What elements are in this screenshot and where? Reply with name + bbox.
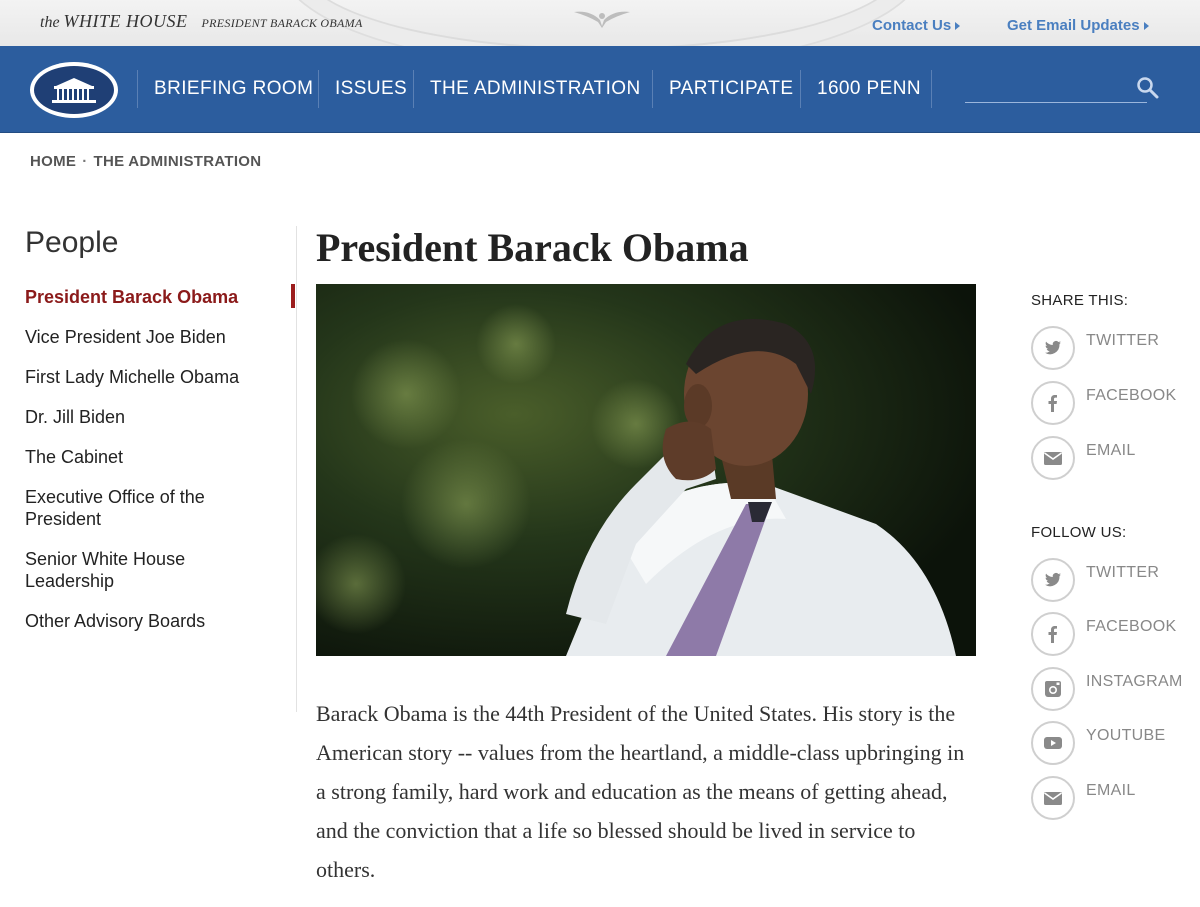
bio-paragraph: Barack Obama is the 44th President of th…	[316, 701, 965, 882]
share-facebook-label: FACEBOOK	[1086, 387, 1177, 404]
wordmark-name: WHITE HOUSE	[63, 11, 188, 31]
follow-instagram-label: INSTAGRAM	[1086, 673, 1183, 690]
nav-divider	[413, 70, 414, 108]
sidebar-item-cabinet[interactable]: The Cabinet	[25, 446, 255, 468]
sidebar-item-senior-leadership[interactable]: Senior White House Leadership	[25, 548, 215, 592]
search-icon[interactable]	[1136, 76, 1160, 100]
twitter-icon	[1045, 572, 1061, 587]
nav-divider	[137, 70, 138, 108]
share-email-label: EMAIL	[1086, 442, 1136, 459]
sidebar-item-president[interactable]: President Barack Obama	[25, 286, 255, 308]
follow-twitter-label: TWITTER	[1086, 564, 1160, 581]
share-title: SHARE THIS:	[1031, 292, 1129, 309]
sidebar-title: People	[25, 226, 119, 259]
instagram-icon	[1045, 681, 1061, 697]
portrait-illustration	[316, 284, 976, 656]
nav-participate[interactable]: PARTICIPATE	[669, 78, 793, 100]
twitter-icon-circle	[1031, 558, 1075, 602]
caret-right-icon	[955, 22, 961, 31]
page-title: President Barack Obama	[316, 225, 749, 270]
sidebar-item-jill-biden[interactable]: Dr. Jill Biden	[25, 406, 255, 428]
follow-title: FOLLOW US:	[1031, 524, 1127, 541]
follow-youtube-label: YOUTUBE	[1086, 727, 1166, 744]
site-wordmark[interactable]: the WHITE HOUSE PRESIDENT BARACK OBAMA	[40, 11, 363, 32]
caret-right-icon	[1143, 22, 1149, 31]
email-icon	[1044, 452, 1062, 465]
main-nav: BRIEFING ROOM ISSUES THE ADMINISTRATION …	[0, 46, 1200, 133]
follow-email-label: EMAIL	[1086, 782, 1136, 799]
active-indicator	[291, 284, 295, 308]
youtube-icon	[1044, 737, 1062, 749]
nav-divider	[931, 70, 932, 108]
white-house-logo[interactable]	[30, 62, 118, 118]
email-icon-circle	[1031, 776, 1075, 820]
breadcrumb-home[interactable]: HOME	[30, 153, 76, 170]
follow-facebook-label: FACEBOOK	[1086, 618, 1177, 635]
wordmark-the: the	[40, 14, 60, 31]
nav-1600-penn[interactable]: 1600 PENN	[817, 78, 921, 100]
nav-the-administration[interactable]: THE ADMINISTRATION	[430, 78, 641, 100]
nav-issues[interactable]: ISSUES	[335, 78, 407, 100]
breadcrumb-current[interactable]: THE ADMINISTRATION	[94, 153, 262, 170]
share-twitter-label: TWITTER	[1086, 332, 1160, 349]
facebook-icon	[1048, 626, 1057, 643]
email-icon	[1044, 792, 1062, 805]
utility-bar: the WHITE HOUSE PRESIDENT BARACK OBAMA C…	[0, 0, 1200, 46]
contact-us-link[interactable]: Contact Us	[872, 17, 961, 34]
facebook-icon-circle	[1031, 612, 1075, 656]
nav-divider	[318, 70, 319, 108]
email-icon-circle	[1031, 436, 1075, 480]
breadcrumb: HOME · THE ADMINISTRATION	[30, 153, 261, 170]
facebook-icon-circle	[1031, 381, 1075, 425]
president-photo	[316, 284, 976, 656]
email-updates-link[interactable]: Get Email Updates	[1007, 17, 1149, 34]
sidebar-item-vice-president[interactable]: Vice President Joe Biden	[25, 326, 255, 348]
white-house-icon	[52, 78, 96, 103]
eagle-emblem-icon	[574, 11, 630, 28]
nav-briefing-room[interactable]: BRIEFING ROOM	[154, 78, 313, 100]
wordmark-subtitle: PRESIDENT BARACK OBAMA	[201, 16, 363, 30]
twitter-icon	[1045, 340, 1061, 355]
sidebar-item-advisory-boards[interactable]: Other Advisory Boards	[25, 610, 255, 632]
sidebar-divider	[296, 226, 297, 712]
email-updates-label: Get Email Updates	[1007, 17, 1140, 34]
sidebar-item-executive-office[interactable]: Executive Office of the President	[25, 486, 225, 530]
contact-us-label: Contact Us	[872, 17, 952, 34]
nav-divider	[800, 70, 801, 108]
twitter-icon-circle	[1031, 326, 1075, 370]
facebook-icon	[1048, 395, 1057, 412]
search-input[interactable]	[965, 102, 1147, 103]
sidebar-item-first-lady[interactable]: First Lady Michelle Obama	[25, 366, 255, 388]
youtube-icon-circle	[1031, 721, 1075, 765]
breadcrumb-separator: ·	[82, 153, 88, 170]
instagram-icon-circle	[1031, 667, 1075, 711]
nav-divider	[652, 70, 653, 108]
